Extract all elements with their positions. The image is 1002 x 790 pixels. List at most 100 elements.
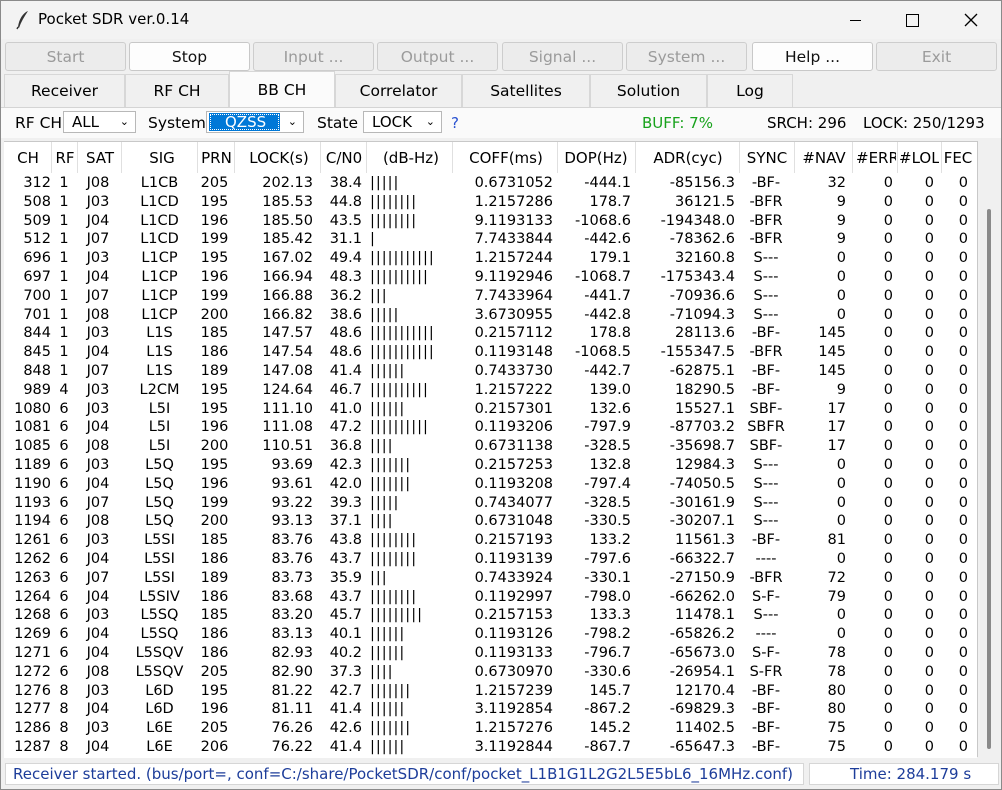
column-separator[interactable] bbox=[77, 142, 78, 173]
system-select[interactable]: QZSS ⌄ bbox=[206, 111, 304, 133]
table-row[interactable]: 848 1 J07 L1S 189 147.08 41.4 |||||| 0.7433730 -4… bbox=[4, 362, 977, 381]
column-separator[interactable] bbox=[197, 142, 198, 173]
table-row[interactable]: 700 1 J07 L1CP 199 166.88 36.2 ||| 7.7433964 -441… bbox=[4, 287, 977, 306]
cell-rf: 1 bbox=[59, 212, 69, 229]
table-row[interactable]: 1262 6 J04 L5SI 186 83.76 43.7 |||||||| 0.119313… bbox=[4, 550, 977, 569]
table-row[interactable]: 1272 6 J08 L5SQV 205 82.90 37.3 |||| 0.6730970 -3… bbox=[4, 663, 977, 682]
column-separator[interactable] bbox=[366, 142, 367, 173]
column-separator[interactable] bbox=[452, 142, 453, 173]
input-button[interactable]: Input ... bbox=[253, 42, 374, 71]
column-separator[interactable] bbox=[852, 142, 853, 173]
table-row[interactable]: 1193 6 J07 L5Q 199 93.22 39.3 ||||| 0.7434077 -32… bbox=[4, 494, 977, 513]
cell-cn0: 48.6 bbox=[329, 344, 362, 361]
column-header-lol[interactable]: #LOL bbox=[899, 147, 939, 169]
cell-err: 0 bbox=[883, 607, 893, 624]
column-header-fec[interactable]: FEC bbox=[942, 147, 974, 169]
table-row[interactable]: 1194 6 J08 L5Q 200 93.13 37.1 |||| 0.6731048 -330… bbox=[4, 512, 977, 531]
tab-rf-ch[interactable]: RF CH bbox=[125, 74, 229, 107]
table-row[interactable]: 509 1 J04 L1CD 196 185.50 43.5 |||||||| 9.119313… bbox=[4, 212, 977, 231]
table-row[interactable]: 1190 6 J04 L5Q 196 93.61 42.0 ||||||| 0.1193208 -… bbox=[4, 475, 977, 494]
table-row[interactable]: 1277 8 J04 L6D 196 81.11 41.4 |||||| 3.1192854 -8… bbox=[4, 700, 977, 719]
cell-adr: 11478.1 bbox=[675, 607, 735, 624]
column-header-prn[interactable]: PRN bbox=[198, 147, 235, 169]
tab-solution[interactable]: Solution bbox=[590, 74, 707, 107]
column-separator[interactable] bbox=[897, 142, 898, 173]
table-row[interactable]: 1080 6 J03 L5I 195 111.10 41.0 |||||| 0.2157301 1… bbox=[4, 400, 977, 419]
tab-receiver[interactable]: Receiver bbox=[4, 74, 125, 107]
column-header-sat[interactable]: SAT bbox=[80, 147, 120, 169]
cell-err: 0 bbox=[883, 551, 893, 567]
column-header-ch[interactable]: CH bbox=[5, 147, 51, 169]
table-row[interactable]: 701 1 J08 L1CP 200 166.82 38.6 ||||| 3.6730955 -4… bbox=[4, 306, 977, 325]
table-row[interactable]: 508 1 J03 L1CD 195 185.53 44.8 |||||||| 1.215728… bbox=[4, 193, 977, 212]
table-row[interactable]: 1287 8 J04 L6E 206 76.22 41.4 |||||| 3.1192844 -8… bbox=[4, 738, 977, 757]
column-header-adr-cyc[interactable]: ADR(cyc) bbox=[637, 147, 739, 169]
table-row[interactable]: 989 4 J03 L2CM 195 124.64 46.7 |||||||||| 1.2157… bbox=[4, 381, 977, 400]
table-row[interactable]: 1081 6 J04 L5I 196 111.08 47.2 |||||||||| 0.1193… bbox=[4, 418, 977, 437]
cell-lol: 0 bbox=[924, 532, 934, 549]
table-row[interactable]: 1268 6 J03 L5SQ 185 83.20 45.7 ||||||||| 0.21571… bbox=[4, 606, 977, 625]
tab-correlator[interactable]: Correlator bbox=[335, 74, 462, 107]
column-header-nav[interactable]: #NAV bbox=[795, 147, 853, 169]
tab-bb-ch[interactable]: BB CH bbox=[229, 71, 335, 108]
column-separator[interactable] bbox=[557, 142, 558, 173]
minimize-button[interactable] bbox=[827, 1, 883, 39]
cell-adr: -30161.9 bbox=[669, 494, 735, 511]
column-separator[interactable] bbox=[794, 142, 795, 173]
cell-err: 0 bbox=[883, 739, 893, 755]
system-button[interactable]: System ... bbox=[626, 42, 747, 71]
column-separator[interactable] bbox=[320, 142, 321, 173]
column-header-c-n0[interactable]: C/N0 bbox=[322, 147, 366, 169]
column-header-coff-ms[interactable]: COFF(ms) bbox=[456, 147, 556, 169]
maximize-button[interactable] bbox=[884, 1, 940, 39]
help-link[interactable]: ? bbox=[451, 114, 459, 132]
tab-satellites[interactable]: Satellites bbox=[462, 74, 590, 107]
table-row[interactable]: 1264 6 J04 L5SIV 186 83.68 43.7 |||||||| 0.11929… bbox=[4, 588, 977, 607]
column-header-sig[interactable]: SIG bbox=[122, 147, 202, 169]
column-separator[interactable] bbox=[941, 142, 942, 173]
cell-coff: 0.1192997 bbox=[474, 588, 553, 605]
cell-nav: 72 bbox=[827, 569, 846, 586]
table-row[interactable]: 1085 6 J08 L5I 200 110.51 36.8 |||| 0.6731138 -32… bbox=[4, 437, 977, 456]
table-row[interactable]: 697 1 J04 L1CP 196 166.94 48.3 |||||||||| 9.1192… bbox=[4, 268, 977, 287]
start-button[interactable]: Start bbox=[5, 42, 126, 71]
vertical-scrollbar[interactable] bbox=[978, 141, 999, 757]
table-row[interactable]: 1271 6 J04 L5SQV 186 82.93 40.2 |||||| 0.1193133… bbox=[4, 644, 977, 663]
signal-button[interactable]: Signal ... bbox=[502, 42, 623, 71]
column-header-rf[interactable]: RF bbox=[53, 147, 77, 169]
table-row[interactable]: 1276 8 J03 L6D 195 81.22 42.7 ||||||| 1.2157239 1… bbox=[4, 682, 977, 701]
column-header-err[interactable]: #ERR bbox=[856, 147, 896, 169]
table-row[interactable]: 312 1 J08 L1CB 205 202.13 38.4 ||||| 0.6731052 -4… bbox=[4, 174, 977, 193]
table-row[interactable]: 1189 6 J03 L5Q 195 93.69 42.3 ||||||| 0.2157253 1… bbox=[4, 456, 977, 475]
column-header-db-hz[interactable]: (dB-Hz) bbox=[367, 147, 455, 169]
state-select[interactable]: LOCK ⌄ bbox=[363, 111, 442, 133]
column-header-dop-hz[interactable]: DOP(Hz) bbox=[557, 147, 635, 169]
table-row[interactable]: 1261 6 J03 L5SI 185 83.76 43.8 |||||||| 0.215719… bbox=[4, 531, 977, 550]
rfch-select[interactable]: ALL ⌄ bbox=[63, 111, 136, 133]
exit-button[interactable]: Exit bbox=[876, 42, 997, 71]
table-row[interactable]: 844 1 J03 L1S 185 147.57 48.6 ||||||||||| 0.2157… bbox=[4, 324, 977, 343]
cell-sync: S-FR bbox=[749, 663, 783, 680]
help-button[interactable]: Help ... bbox=[752, 42, 873, 71]
close-button[interactable] bbox=[943, 1, 999, 39]
table-row[interactable]: 1286 8 J03 L6E 205 76.26 42.6 ||||||| 1.2157276 1… bbox=[4, 719, 977, 738]
column-separator[interactable] bbox=[739, 142, 740, 173]
tab-log[interactable]: Log bbox=[707, 74, 793, 107]
table-row[interactable]: 845 1 J04 L1S 186 147.54 48.6 ||||||||||| 0.1193… bbox=[4, 343, 977, 362]
column-separator[interactable] bbox=[51, 142, 52, 173]
channel-table[interactable]: CH RF SAT SIG PRN LOCK(s) C/N0 (dB-Hz) COFF(ms) D… bbox=[4, 141, 977, 758]
output-button[interactable]: Output ... bbox=[377, 42, 498, 71]
scrollbar-thumb[interactable] bbox=[987, 209, 991, 749]
table-row[interactable]: 1269 6 J04 L5SQ 186 83.13 40.1 |||||| 0.1193126 -… bbox=[4, 625, 977, 644]
cell-rf: 1 bbox=[59, 231, 69, 248]
table-row[interactable]: 696 1 J03 L1CP 195 167.02 49.4 ||||||||||| 1.215… bbox=[4, 249, 977, 268]
table-row[interactable]: 512 1 J07 L1CD 199 185.42 31.1 | 7.7433844 -442.6… bbox=[4, 230, 977, 249]
stop-button[interactable]: Stop bbox=[129, 42, 250, 71]
column-header-lock-s[interactable]: LOCK(s) bbox=[237, 147, 321, 169]
column-header-sync[interactable]: SYNC bbox=[741, 147, 793, 169]
table-row[interactable]: 1263 6 J07 L5SI 189 83.73 35.9 ||| 0.7433924 -330… bbox=[4, 569, 977, 588]
cell-coff: 1.2157239 bbox=[474, 682, 553, 699]
column-separator[interactable] bbox=[234, 142, 235, 173]
column-separator[interactable] bbox=[635, 142, 636, 173]
column-separator[interactable] bbox=[121, 142, 122, 173]
